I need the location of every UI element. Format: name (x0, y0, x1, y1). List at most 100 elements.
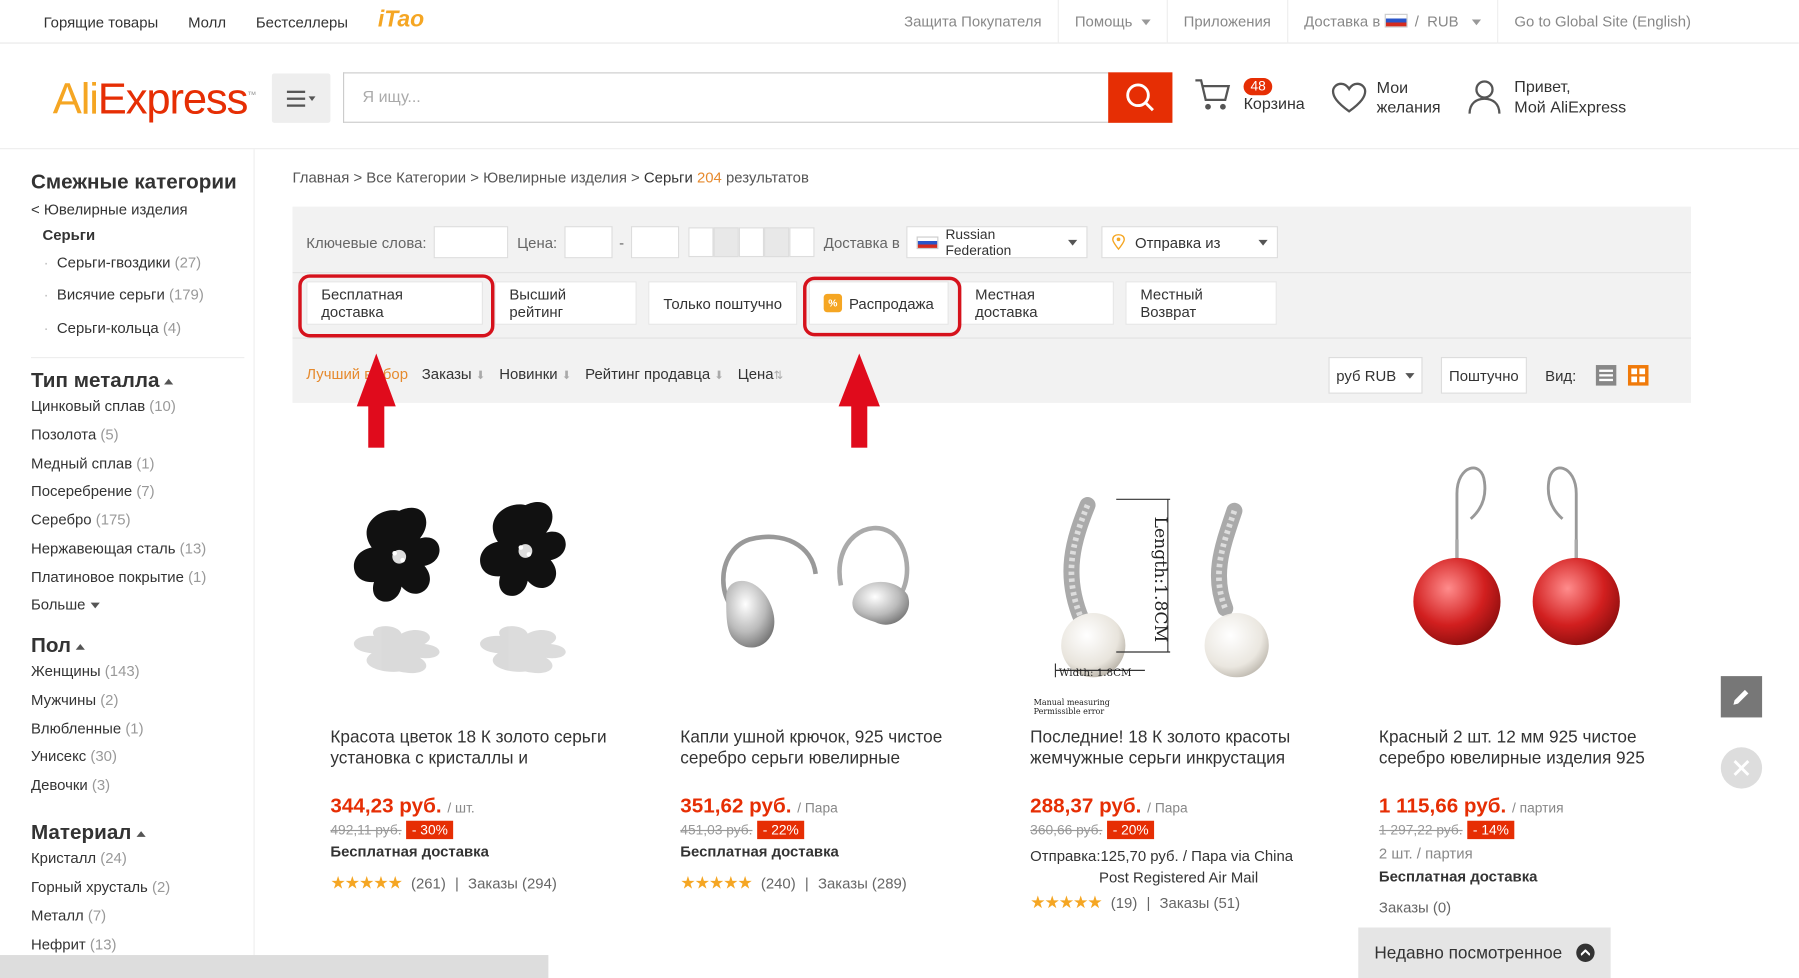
review-count[interactable]: (19) (1111, 894, 1138, 911)
chip-local-shipping[interactable]: Местная доставка (960, 281, 1114, 325)
price-max-input[interactable] (630, 226, 680, 259)
chevron-down-icon (1471, 19, 1482, 26)
product-image[interactable] (330, 447, 606, 717)
buyer-protection-link[interactable]: Защита Покупателя (888, 0, 1058, 44)
filter-item[interactable]: Платиновое покрытие (1) (31, 568, 206, 585)
review-count[interactable]: (261) (411, 874, 446, 891)
filter-item[interactable]: Позолота (5) (31, 426, 119, 443)
price-value: 344,23 руб. (330, 794, 442, 818)
silver-hook-earrings-image (721, 525, 910, 648)
caret-up-icon (75, 643, 85, 650)
metal-type-title[interactable]: Тип металла (31, 368, 174, 392)
image-length-label: Length:1.8CM (1150, 517, 1170, 643)
subcategory-item[interactable]: · Серьги-гвоздики (27) (44, 254, 202, 271)
sort-orders[interactable]: Заказы ⬇ (422, 365, 486, 382)
logo-part-express: Express (97, 75, 249, 124)
shipping-info: Бесплатная доставка (1378, 867, 1538, 886)
sort-seller-rating[interactable]: Рейтинг продавца ⬇ (585, 365, 724, 382)
price-range-slider[interactable] (688, 227, 815, 258)
keywords-input[interactable] (433, 226, 508, 259)
product-image[interactable] (680, 447, 956, 717)
aliexpress-logo[interactable]: AliExpress™ (52, 75, 257, 125)
filter-label: Мужчины (30, 691, 97, 709)
grid-view-icon[interactable] (1627, 364, 1650, 387)
filter-item[interactable]: Влюбленные (1) (31, 720, 144, 737)
horizontal-scrollbar[interactable] (0, 955, 549, 978)
subcategory-count: (179) (168, 285, 204, 304)
product-title[interactable]: Капли ушной крючок, 925 чистое серебро с… (680, 728, 967, 769)
product-image[interactable]: Length:1.8CM Width: 1.8CM Manual measuri… (1030, 447, 1306, 717)
categories-menu-button[interactable] (271, 73, 331, 123)
close-button[interactable] (1720, 747, 1763, 789)
sort-price[interactable]: Цена⇅ (738, 365, 783, 382)
order-count: Заказы (0) (1378, 898, 1452, 917)
filter-item[interactable]: Горный хрусталь (2) (31, 878, 170, 895)
related-categories-title: Смежные категории (30, 169, 237, 193)
recently-viewed-label: Недавно посмотренное (1374, 942, 1563, 963)
product-title[interactable]: Красный 2 шт. 12 мм 925 чистое серебро ю… (1379, 728, 1666, 769)
unit-select[interactable]: Поштучно (1440, 356, 1527, 394)
filter-label: Кристалл (30, 849, 97, 867)
apps-link[interactable]: Приложения (1166, 0, 1287, 44)
help-label: Помощь (1074, 12, 1133, 30)
recently-viewed-bar[interactable]: Недавно посмотренное (1358, 927, 1611, 978)
sort-arrow-icon: ⬇ (561, 369, 572, 383)
gender-title[interactable]: Пол (31, 634, 85, 658)
link-bestsellers[interactable]: Бестселлеры (256, 14, 348, 31)
filter-item[interactable]: Металл (7) (31, 907, 106, 924)
link-mall[interactable]: Молл (188, 14, 226, 31)
global-site-link[interactable]: Go to Global Site (English) (1497, 0, 1707, 44)
filter-item[interactable]: Нефрит (13) (31, 936, 116, 953)
product-rating: ★★★★★ (19) | Заказы (51) (1030, 892, 1240, 913)
filter-item[interactable]: Серебро (175) (31, 511, 131, 528)
filter-item[interactable]: Мужчины (2) (31, 691, 118, 708)
price-value: 351,62 руб. (680, 794, 792, 818)
more-filters-link[interactable]: Больше (31, 596, 100, 613)
chip-top-rated[interactable]: Высший рейтинг (494, 281, 637, 325)
filter-item[interactable]: Женщины (143) (31, 662, 140, 679)
product-old-price: 492,11 руб. - 30% (330, 820, 454, 840)
list-view-icon[interactable] (1595, 364, 1618, 387)
itao-logo[interactable]: iTao (378, 7, 424, 33)
filter-item[interactable]: Цинковый сплав (10) (31, 397, 176, 414)
filter-item[interactable]: Унисекс (30) (31, 747, 117, 764)
product-title[interactable]: Красота цветок 18 К золото серьги устано… (330, 728, 617, 769)
filter-item[interactable]: Нержавеющая сталь (13) (31, 540, 206, 557)
product-image[interactable] (1378, 447, 1655, 717)
cart-link[interactable]: 48 Корзина (1193, 76, 1305, 112)
ship-to-menu[interactable]: Доставка в / RUB (1286, 0, 1497, 44)
price-min-input[interactable] (564, 226, 613, 259)
currency-select[interactable]: руб RUB (1328, 356, 1423, 394)
account-link[interactable]: Привет, Мой AliExpress (1466, 76, 1626, 117)
ships-from-select[interactable]: Отправка из (1101, 226, 1279, 259)
filter-item[interactable]: Посеребрение (7) (31, 482, 155, 499)
link-hot-products[interactable]: Горящие товары (44, 14, 159, 31)
filter-item[interactable]: Девочки (3) (31, 776, 110, 793)
feedback-button[interactable] (1720, 676, 1763, 718)
product-title[interactable]: Последние! 18 К золото красоты жемчужные… (1030, 728, 1317, 769)
filter-count: (7) (87, 906, 107, 925)
help-menu[interactable]: Помощь (1057, 0, 1167, 44)
country-select[interactable]: Russian Federation (906, 226, 1088, 259)
sort-newest[interactable]: Новинки ⬇ (499, 365, 571, 382)
logo-part-ali: Ali (52, 75, 99, 124)
chip-local-returns[interactable]: Местный Возврат (1125, 281, 1277, 325)
material-title[interactable]: Материал (31, 821, 146, 845)
filter-item[interactable]: Медный сплав (1) (31, 455, 155, 472)
filter-count: (24) (100, 849, 127, 867)
shipping-info: Отправка:125,70 руб. / Пара via China (1030, 847, 1294, 865)
flower-earrings-image (353, 501, 566, 674)
filter-row-inputs: Ключевые слова: Цена: - Доставка в Russi… (306, 225, 1279, 259)
subcategory-item[interactable]: · Висячие серьги (179) (44, 286, 204, 303)
search-input[interactable]: Я ищу... (343, 72, 1110, 123)
search-button[interactable] (1108, 72, 1173, 123)
review-count[interactable]: (240) (761, 874, 796, 891)
breadcrumb-path[interactable]: Главная > Все Категории > Ювелирные изде… (293, 169, 644, 186)
chip-single-items[interactable]: Только поштучно (648, 281, 798, 325)
wishlist-link[interactable]: Мои желания (1331, 78, 1441, 117)
filter-item[interactable]: Кристалл (24) (31, 849, 127, 866)
subcategory-item[interactable]: · Серьги-кольца (4) (44, 319, 182, 336)
parent-category-link[interactable]: < Ювелирные изделия (31, 201, 188, 218)
filter-label: Женщины (30, 662, 101, 680)
chevron-up-icon (1576, 943, 1595, 962)
